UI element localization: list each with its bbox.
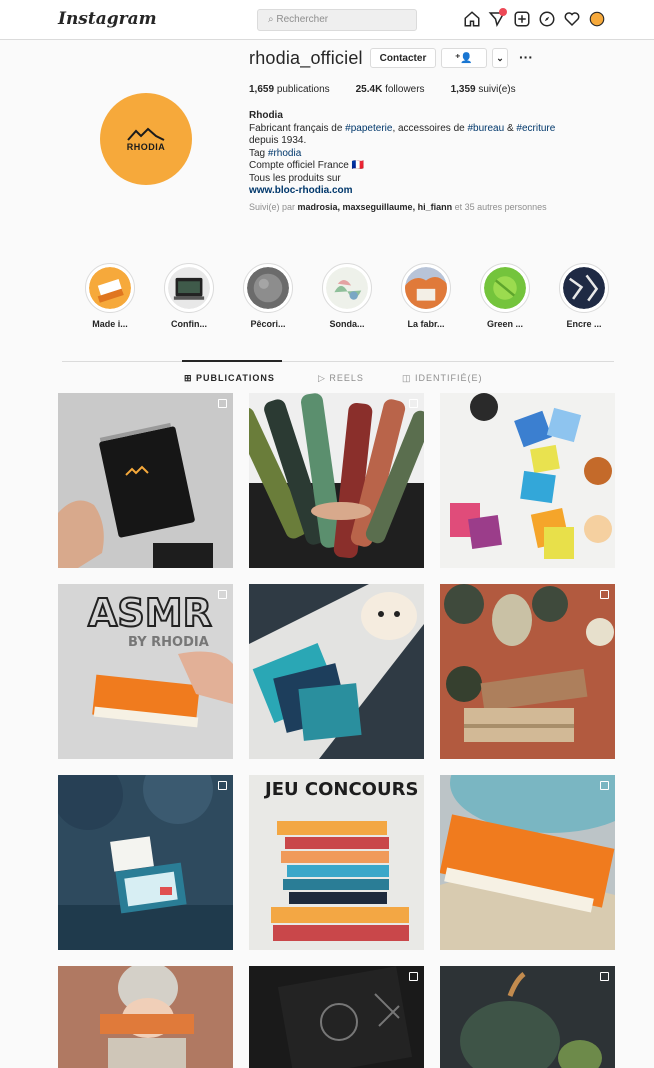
avatar-brand-text: RHODIA [126, 141, 166, 152]
post-image [249, 393, 424, 568]
contact-button[interactable]: Contacter [370, 48, 436, 68]
search-placeholder: Rechercher [276, 14, 329, 25]
bio-line: Compte officiel France 🇫🇷 [249, 160, 365, 171]
post-tile[interactable] [440, 393, 615, 568]
highlight-label: La fabr... [407, 319, 445, 329]
post-image [249, 584, 424, 759]
bio-line: depuis 1934. [249, 135, 307, 146]
rhodia-logo-icon [127, 127, 165, 141]
highlight-item[interactable]: Green ... [477, 263, 533, 329]
hashtag-link[interactable]: #bureau [467, 123, 504, 134]
bio-line: Fabricant français de #papeterie, access… [249, 122, 556, 134]
post-image [440, 393, 615, 568]
bio-name: Rhodia [249, 110, 283, 121]
highlight-label: Made i... [92, 319, 128, 329]
highlight-item[interactable]: Encre ... [556, 263, 612, 329]
notification-badge [499, 8, 507, 16]
highlight-thumbnail [405, 267, 447, 309]
following-count[interactable]: 1,359 suivi(e)s [451, 84, 516, 95]
followed-by-text[interactable]: Suivi(e) par madrosia, maxseguillaume, h… [249, 202, 629, 213]
post-image [58, 775, 233, 950]
post-tile[interactable] [440, 966, 615, 1068]
profile-icon[interactable] [587, 9, 607, 29]
highlight-label: Pêcori... [250, 319, 286, 329]
post-tile[interactable]: JEU CONCOURS [249, 775, 424, 950]
post-tile[interactable] [58, 775, 233, 950]
highlight-label: Encre ... [566, 319, 602, 329]
tab-reels[interactable]: ▷ REELS [318, 373, 364, 384]
post-tile[interactable] [249, 584, 424, 759]
highlight-label: Confin... [171, 319, 207, 329]
highlight-item[interactable]: La fabr... [398, 263, 454, 329]
post-image [58, 966, 233, 1068]
direct-message-icon[interactable] [487, 8, 507, 29]
bio-line: Tous les produits sur [249, 172, 341, 184]
website-link[interactable]: www.bloc-rhodia.com [249, 185, 629, 198]
highlight-thumbnail [89, 267, 131, 309]
highlight-thumbnail [247, 267, 289, 309]
search-input[interactable]: ⌕ Rechercher [257, 9, 417, 31]
highlight-item[interactable]: Made i... [82, 263, 138, 329]
highlight-label: Sonda... [329, 319, 365, 329]
home-icon[interactable] [462, 9, 482, 29]
post-image [440, 966, 615, 1068]
hashtag-link[interactable]: #papeterie [345, 123, 392, 134]
top-navigation: Instagram ⌕ Rechercher [0, 0, 654, 40]
post-image [440, 775, 615, 950]
highlight-item[interactable]: Confin... [161, 263, 217, 329]
instagram-logo[interactable]: Instagram [58, 9, 157, 29]
carousel-icon [218, 781, 227, 790]
nav-icons [462, 8, 607, 29]
carousel-icon [600, 590, 609, 599]
highlight-item[interactable]: Pêcori... [240, 263, 296, 329]
profile-username: rhodia_officiel [249, 48, 363, 68]
post-tile[interactable] [440, 584, 615, 759]
tab-tagged[interactable]: ◫ IDENTIFIÉ(E) [402, 373, 483, 384]
post-tile[interactable] [440, 775, 615, 950]
asmr-title: ASMR [88, 591, 212, 635]
tab-publications[interactable]: ⊞ PUBLICATIONS [184, 373, 275, 384]
post-tile[interactable] [58, 966, 233, 1068]
carousel-icon [600, 781, 609, 790]
highlight-item[interactable]: Sonda... [319, 263, 375, 329]
new-post-icon[interactable] [512, 9, 532, 29]
hashtag-link[interactable]: #rhodia [268, 148, 301, 159]
followers-count[interactable]: 25.4K followers [356, 84, 425, 95]
story-highlights: Made i... Confin... Pêcori... Sonda... L… [82, 263, 622, 343]
contest-title: JEU CONCOURS [263, 779, 418, 800]
profile-avatar[interactable]: RHODIA [100, 93, 192, 185]
post-image [249, 966, 424, 1068]
highlight-thumbnail [563, 267, 605, 309]
carousel-icon [218, 399, 227, 408]
carousel-icon [409, 972, 418, 981]
asmr-subtitle: BY RHODIA [128, 635, 209, 650]
hashtag-link[interactable]: #ecriture [516, 123, 555, 134]
publications-count: 1,659 publications [249, 84, 330, 95]
highlight-thumbnail [168, 267, 210, 309]
follow-button[interactable]: ⁺👤 [441, 48, 487, 68]
carousel-icon [409, 399, 418, 408]
carousel-icon [218, 590, 227, 599]
highlight-thumbnail [484, 267, 526, 309]
tabs-divider [62, 361, 614, 362]
post-image [440, 584, 615, 759]
post-tile[interactable]: ASMR BY RHODIA [58, 584, 233, 759]
highlight-label: Green ... [486, 319, 523, 329]
post-image: ASMR BY RHODIA [58, 584, 233, 759]
post-tile[interactable] [58, 393, 233, 568]
options-button[interactable]: ··· [519, 48, 533, 66]
profile-stats: 1,659 publications 25.4K followers 1,359… [249, 84, 516, 95]
active-tab-indicator [182, 360, 282, 362]
bio-line: Tag #rhodia [249, 147, 302, 159]
post-image: JEU CONCOURS [249, 775, 424, 950]
post-image [58, 393, 233, 568]
activity-heart-icon[interactable] [562, 9, 582, 29]
suggested-dropdown-button[interactable]: ⌄ [492, 48, 508, 68]
profile-bio: Rhodia Fabricant français de #papeterie,… [249, 110, 629, 213]
highlight-thumbnail [326, 267, 368, 309]
explore-icon[interactable] [537, 9, 557, 29]
post-tile[interactable] [249, 966, 424, 1068]
post-tile[interactable] [249, 393, 424, 568]
carousel-icon [600, 972, 609, 981]
